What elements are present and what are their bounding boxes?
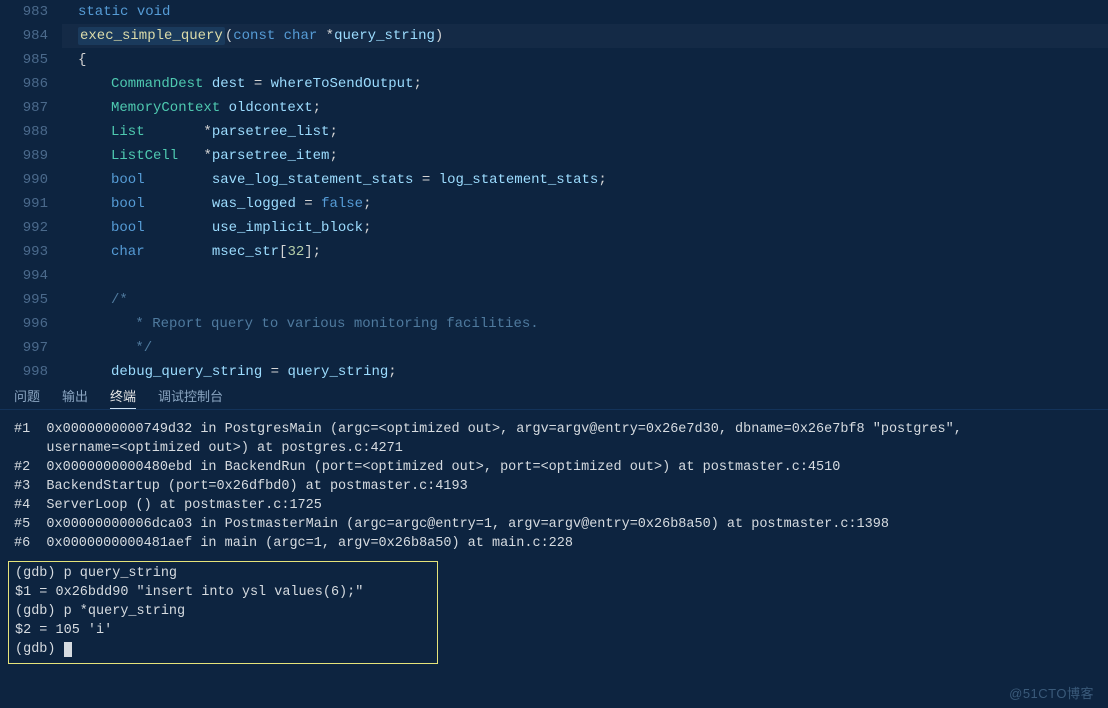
- code-content[interactable]: * Report query to various monitoring fac…: [62, 312, 1108, 336]
- panel-tab[interactable]: 终端: [110, 386, 136, 409]
- code-line[interactable]: 985{: [0, 48, 1108, 72]
- code-content[interactable]: [62, 264, 1108, 288]
- line-number: 988: [0, 120, 62, 144]
- code-line[interactable]: 995/*: [0, 288, 1108, 312]
- bottom-panel: 问题输出终端调试控制台 #1 0x0000000000749d32 in Pos…: [0, 380, 1108, 664]
- code-content[interactable]: char msec_str[32];: [62, 240, 1108, 264]
- code-editor[interactable]: 983static void984exec_simple_query(const…: [0, 0, 1108, 380]
- panel-tab[interactable]: 输出: [62, 386, 88, 409]
- code-line[interactable]: 986CommandDest dest = whereToSendOutput;: [0, 72, 1108, 96]
- code-line[interactable]: 993char msec_str[32];: [0, 240, 1108, 264]
- code-line[interactable]: 989ListCell *parsetree_item;: [0, 144, 1108, 168]
- line-number: 990: [0, 168, 62, 192]
- code-content[interactable]: exec_simple_query(const char *query_stri…: [62, 24, 1108, 48]
- code-line[interactable]: 998debug_query_string = query_string;: [0, 360, 1108, 380]
- panel-tabs: 问题输出终端调试控制台: [0, 380, 1108, 410]
- code-content[interactable]: bool was_logged = false;: [62, 192, 1108, 216]
- line-number: 989: [0, 144, 62, 168]
- code-content[interactable]: */: [62, 336, 1108, 360]
- panel-tab[interactable]: 调试控制台: [158, 386, 223, 409]
- line-number: 997: [0, 336, 62, 360]
- line-number: 985: [0, 48, 62, 72]
- code-content[interactable]: bool use_implicit_block;: [62, 216, 1108, 240]
- gdb-line: (gdb) p *query_string: [15, 602, 431, 621]
- terminal-cursor: [64, 642, 72, 657]
- watermark: @51CTO博客: [1009, 683, 1094, 702]
- code-content[interactable]: /*: [62, 288, 1108, 312]
- terminal-output[interactable]: #1 0x0000000000749d32 in PostgresMain (a…: [0, 410, 1108, 557]
- code-content[interactable]: static void: [62, 0, 1108, 24]
- line-number: 995: [0, 288, 62, 312]
- gdb-line: $1 = 0x26bdd90 "insert into ysl values(6…: [15, 583, 431, 602]
- code-content[interactable]: debug_query_string = query_string;: [62, 360, 1108, 380]
- code-content[interactable]: {: [62, 48, 1108, 72]
- code-line[interactable]: 996 * Report query to various monitoring…: [0, 312, 1108, 336]
- code-content[interactable]: ListCell *parsetree_item;: [62, 144, 1108, 168]
- gdb-line: $2 = 105 'i': [15, 621, 431, 640]
- line-number: 998: [0, 360, 62, 380]
- line-number: 991: [0, 192, 62, 216]
- code-line[interactable]: 987MemoryContext oldcontext;: [0, 96, 1108, 120]
- code-line[interactable]: 997 */: [0, 336, 1108, 360]
- code-line[interactable]: 991bool was_logged = false;: [0, 192, 1108, 216]
- code-content[interactable]: List *parsetree_list;: [62, 120, 1108, 144]
- code-line[interactable]: 992bool use_implicit_block;: [0, 216, 1108, 240]
- code-line[interactable]: 983static void: [0, 0, 1108, 24]
- line-number: 986: [0, 72, 62, 96]
- line-number: 996: [0, 312, 62, 336]
- gdb-highlight-box[interactable]: (gdb) p query_string$1 = 0x26bdd90 "inse…: [8, 561, 438, 664]
- panel-tab[interactable]: 问题: [14, 386, 40, 409]
- gdb-line: (gdb) p query_string: [15, 564, 431, 583]
- gdb-line: (gdb): [15, 640, 431, 659]
- code-line[interactable]: 994: [0, 264, 1108, 288]
- line-number: 992: [0, 216, 62, 240]
- code-content[interactable]: MemoryContext oldcontext;: [62, 96, 1108, 120]
- line-number: 984: [0, 24, 62, 48]
- code-line[interactable]: 990bool save_log_statement_stats = log_s…: [0, 168, 1108, 192]
- code-content[interactable]: bool save_log_statement_stats = log_stat…: [62, 168, 1108, 192]
- code-content[interactable]: CommandDest dest = whereToSendOutput;: [62, 72, 1108, 96]
- code-line[interactable]: 988List *parsetree_list;: [0, 120, 1108, 144]
- line-number: 993: [0, 240, 62, 264]
- code-line[interactable]: 984exec_simple_query(const char *query_s…: [0, 24, 1108, 48]
- line-number: 994: [0, 264, 62, 288]
- line-number: 983: [0, 0, 62, 24]
- line-number: 987: [0, 96, 62, 120]
